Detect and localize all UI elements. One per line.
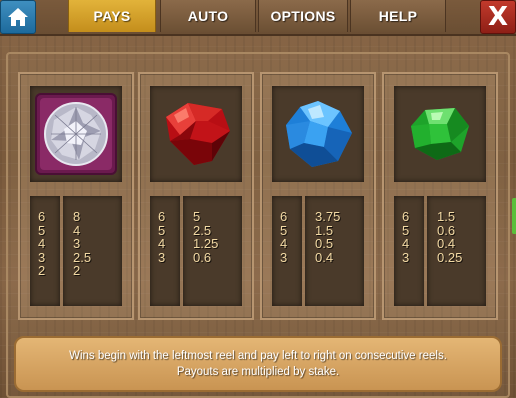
match-count: 5: [402, 222, 410, 238]
payout-table: 6 5 4 3 3.75 1.5 0.5 0.4: [272, 196, 364, 306]
green-gem-icon: [411, 108, 469, 160]
payout-value: 0.4: [315, 249, 334, 265]
payout-table: 6 5 4 3 2 8 4 3 2.5 2: [30, 196, 122, 306]
tab-options[interactable]: OPTIONS: [258, 0, 348, 32]
match-count-column: 6 5 4 3: [394, 196, 424, 306]
payout-value: 3: [73, 236, 81, 251]
match-count: 2: [38, 263, 46, 278]
match-count: 4: [38, 236, 46, 251]
tab-auto[interactable]: AUTO: [160, 0, 256, 32]
payout-value: 0.5: [315, 236, 334, 251]
side-tab-handle[interactable]: [512, 198, 516, 234]
payout-table: 6 5 4 3 1.5 0.6 0.4 0.25: [394, 196, 486, 306]
match-count: 5: [38, 222, 46, 238]
payout-value: 2.5: [73, 249, 92, 265]
rules-text-line-2: Payouts are multiplied by stake.: [176, 366, 340, 378]
tab-auto-label: AUTO: [187, 8, 229, 24]
blue-gem-icon: [286, 101, 352, 167]
payout-value: 0.6: [437, 222, 456, 238]
match-count: 5: [280, 222, 288, 238]
payout-column: 1.5 0.6 0.4 0.25: [427, 196, 486, 306]
tab-help[interactable]: HELP: [350, 0, 446, 32]
payout-value: 0.4: [437, 236, 456, 251]
match-count: 4: [280, 236, 288, 251]
tab-pays-label: PAYS: [93, 8, 131, 24]
close-icon: X: [487, 2, 509, 32]
payout-value: 5: [193, 209, 201, 224]
symbol-panel-blue-gem: 6 5 4 3 3.75 1.5 0.5 0.4: [260, 72, 376, 320]
match-count: 6: [280, 209, 288, 224]
match-count: 6: [158, 209, 166, 224]
payout-value: 2.5: [193, 222, 212, 238]
symbol-tile: [394, 86, 486, 182]
match-count: 6: [402, 209, 410, 224]
payout-value: 1.25: [193, 236, 219, 251]
symbol-panel-red-gem: 6 5 4 3 5 2.5 1.25 0.6: [138, 72, 254, 320]
rules-text-line-1: Wins begin with the leftmost reel and pa…: [69, 350, 447, 362]
payout-value: 1.5: [437, 209, 456, 224]
payout-column: 8 4 3 2.5 2: [63, 196, 122, 306]
match-count: 4: [402, 236, 410, 251]
match-count-column: 6 5 4 3: [150, 196, 180, 306]
match-count: 6: [38, 209, 46, 224]
payout-value: 8: [73, 209, 81, 224]
payout-value: 0.6: [193, 249, 212, 265]
payout-value: 2: [73, 263, 81, 278]
rules-footer: Wins begin with the leftmost reel and pa…: [14, 336, 502, 392]
match-count: 3: [402, 249, 410, 265]
payout-value: 3.75: [315, 209, 341, 224]
match-count: 5: [158, 222, 166, 238]
tab-help-label: HELP: [378, 8, 418, 24]
match-count-column: 6 5 4 3: [272, 196, 302, 306]
match-count: 4: [158, 236, 166, 251]
top-navigation-bar: PAYS AUTO OPTIONS HELP X: [0, 0, 516, 36]
payout-table: 6 5 4 3 5 2.5 1.25 0.6: [150, 196, 242, 306]
symbol-tile: [150, 86, 242, 182]
symbol-tile: [272, 86, 364, 182]
red-gem-icon: [166, 103, 230, 165]
tab-options-label: OPTIONS: [270, 8, 336, 24]
home-button[interactable]: [0, 0, 36, 34]
match-count: 3: [280, 249, 288, 265]
home-icon: [8, 8, 28, 26]
payout-value: 0.25: [437, 249, 463, 265]
close-button[interactable]: X: [480, 0, 516, 34]
symbol-panel-purple-diamond: 6 5 4 3 2 8 4 3 2.5 2: [18, 72, 134, 320]
payout-value: 1.5: [315, 222, 334, 238]
symbol-tile: [30, 86, 122, 182]
purple-diamond-icon: [35, 93, 117, 175]
match-count-column: 6 5 4 3 2: [30, 196, 60, 306]
payout-column: 5 2.5 1.25 0.6: [183, 196, 242, 306]
match-count: 3: [158, 249, 166, 265]
symbol-panel-green-gem: 6 5 4 3 1.5 0.6 0.4 0.25: [382, 72, 498, 320]
payout-column: 3.75 1.5 0.5 0.4: [305, 196, 364, 306]
tab-pays[interactable]: PAYS: [68, 0, 156, 32]
match-count: 3: [38, 249, 46, 265]
payout-value: 4: [73, 222, 81, 238]
